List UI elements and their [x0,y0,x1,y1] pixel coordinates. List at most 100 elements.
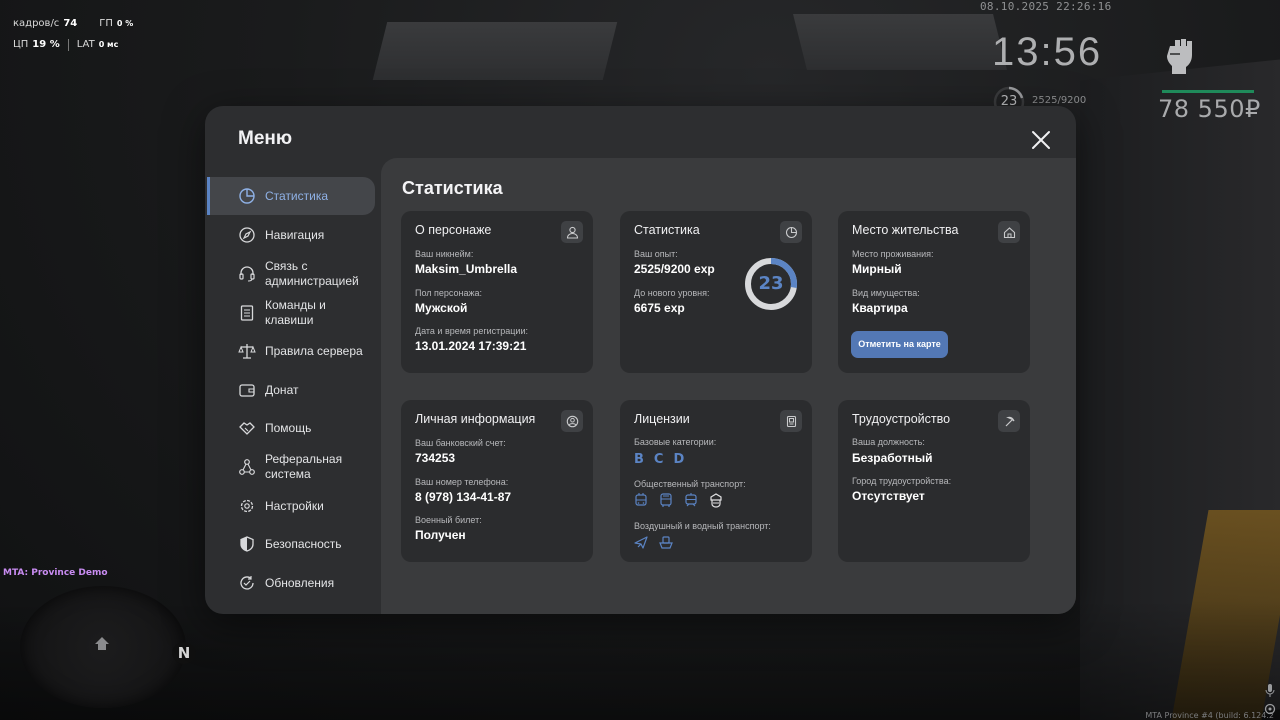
phone-value: 8 (978) 134-41-87 [415,490,512,504]
north-indicator: N [172,642,196,664]
phone-label: Ваш номер телефона: [415,477,509,487]
content-panel: Статистика О персонаже Ваш никнейм: Maks… [381,158,1076,614]
exp-label: Ваш опыт: [634,249,678,259]
sidebar-item-label: Команды и клавиши [265,298,326,327]
trolleybus-icon [635,493,647,506]
place-label: Место проживания: [852,249,934,259]
home-icon-button [998,221,1020,243]
stats-row-fps: кадров/с 74 ГП 0 % [13,13,155,34]
performance-stats: кадров/с 74 ГП 0 % ЦП 19 % LAT 0 мс [13,13,155,55]
sidebar-item-referral[interactable]: Реферальная система [207,448,375,486]
military-value: Получен [415,528,466,542]
card-title: Статистика [634,223,700,237]
home-icon [1003,226,1015,238]
ceiling-light [372,22,618,80]
handshake-icon [239,422,255,435]
network-icon [239,459,255,475]
sidebar-item-rules[interactable]: Правила сервера [207,332,375,370]
sidebar-item-donate[interactable]: Донат [207,371,375,409]
bus-icon [660,493,672,507]
menu-window: Меню Статистика Навигация Связь с админи… [205,106,1076,614]
basic-categories-label: Базовые категории: [634,437,717,447]
gender-value: Мужской [415,301,468,315]
next-level-value: 6675 exp [634,301,685,315]
registration-label: Дата и время регистрации: [415,326,528,336]
refresh-check-icon [240,576,254,590]
mark-on-map-button[interactable]: Отметить на карте [851,331,948,358]
datetime: 08.10.2025 22:26:16 [980,0,1112,13]
microphone-icon [1265,684,1275,697]
money-bar [1162,90,1254,93]
sidebar-item-help[interactable]: Помощь [207,409,375,447]
sidebar-item-label: Обновления [265,575,335,590]
player-arrow-icon [95,637,109,650]
level-value: 23 [758,273,784,294]
pie-chart-icon [785,226,797,238]
bank-value: 734253 [415,451,456,465]
card-title: Место жительства [852,223,959,237]
card-title: Личная информация [415,412,536,426]
card-character: О персонаже Ваш никнейм: Maksim_Umbrella… [401,211,593,373]
air-water-transport-icons [633,534,674,550]
sidebar-item-label: Навигация [265,227,325,242]
sidebar-item-commands[interactable]: Команды и клавиши [207,294,375,332]
compass-icon [239,227,255,243]
plane-icon [634,536,648,549]
profile-icon-button [561,410,583,432]
registration-value: 13.01.2024 17:39:21 [415,339,527,353]
sidebar-item-security[interactable]: Безопасность [207,525,375,563]
menu-title: Меню [238,128,293,149]
sidebar-item-label: Связь с администрацией [265,259,359,288]
sidebar-item-navigation[interactable]: Навигация [207,216,375,254]
card-residence: Место жительства Место проживания: Мирны… [838,211,1030,373]
sidebar-item-updates[interactable]: Обновления [207,564,375,602]
sidebar-item-label: Правила сервера [265,343,363,358]
license-card-icon [786,415,796,427]
public-transport-label: Общественный транспорт: [634,479,746,489]
fps-value: 74 [63,18,78,29]
gear-icon [240,499,254,513]
license-category: D [673,452,685,467]
exp-value: 2525/9200 exp [634,262,715,276]
sidebar-item-admin-contact[interactable]: Связь с администрацией [207,255,375,293]
boat-icon [659,536,673,549]
ceiling-light [793,14,1007,70]
next-level-label: До нового уровня: [634,288,710,298]
sidebar-item-statistics[interactable]: Статистика [207,177,375,215]
card-title: Трудоустройство [852,412,951,426]
divider [67,38,69,51]
sidebar-item-label: Помощь [265,420,312,435]
build-info: MTA Province #4 (build: 6.124.2 [1145,711,1274,720]
user-icon-button [561,221,583,243]
money: 78 550₽ [1158,95,1261,123]
hud-exp: 2525/9200 [1032,95,1087,106]
user-icon [566,226,578,239]
sidebar: Статистика Навигация Связь с администрац… [205,174,381,614]
property-value: Квартира [852,301,908,315]
cpu-value: 19 % [32,39,60,50]
taxi-badge-icon [710,493,722,508]
lat-label: LAT [76,39,95,50]
sidebar-item-label: Реферальная система [265,452,343,481]
license-categories: B C D [634,452,684,467]
server-name: MTA: Province Demo [3,568,108,578]
lat-value: 0 мс [98,40,119,49]
license-category: C [653,452,664,467]
gp-value: 0 % [116,19,134,28]
work-city-value: Отсутствует [852,489,925,503]
card-title: Лицензии [634,412,690,426]
position-value: Безработный [852,451,933,465]
sidebar-item-settings[interactable]: Настройки [207,487,375,525]
nickname-label: Ваш никнейм: [415,249,474,259]
gp-label: ГП [99,18,113,29]
position-label: Ваша должность: [852,437,925,447]
close-icon[interactable] [1029,128,1053,152]
page-title: Статистика [402,178,503,198]
bank-label: Ваш банковский счет: [415,438,506,448]
shield-icon [240,536,254,552]
nickname-value: Maksim_Umbrella [415,262,518,276]
gender-label: Пол персонажа: [415,288,483,298]
game-clock: 13:56 [992,30,1103,74]
pie-chart-icon [239,188,255,204]
public-transport-icons [633,492,724,508]
